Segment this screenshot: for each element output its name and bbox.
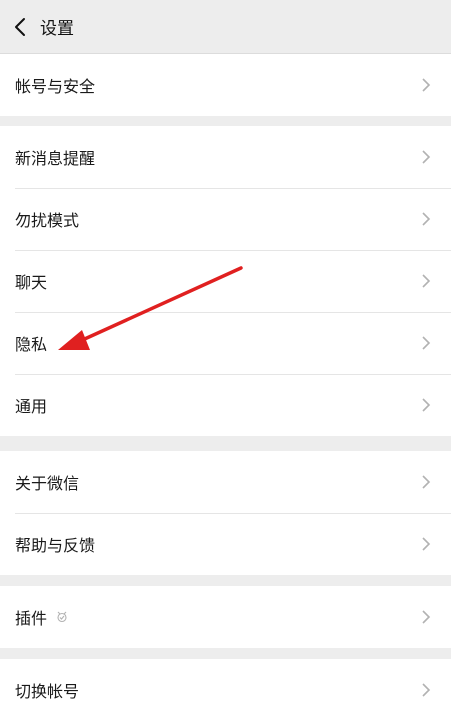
settings-item-label: 新消息提醒 [15,149,96,168]
chevron-right-icon [422,537,431,551]
section-general: 新消息提醒 勿扰模式 聊天 隐私 通用 [0,126,451,436]
settings-item-label: 勿扰模式 [15,211,80,230]
section-account: 帐号与安全 [0,54,451,116]
settings-item-account-security[interactable]: 帐号与安全 [0,54,451,116]
plugin-icon [57,611,67,623]
chevron-right-icon [422,336,431,350]
chevron-right-icon [422,610,431,624]
settings-item-do-not-disturb[interactable]: 勿扰模式 [0,188,451,250]
settings-item-help-feedback[interactable]: 帮助与反馈 [0,513,451,575]
settings-item-switch-account[interactable]: 切换帐号 [0,659,451,721]
settings-item-general[interactable]: 通用 [0,374,451,436]
chevron-right-icon [422,475,431,489]
chevron-right-icon [422,78,431,92]
settings-item-label: 切换帐号 [15,682,80,701]
chevron-right-icon [422,398,431,412]
back-button[interactable] [0,0,40,54]
chevron-left-icon [15,17,25,36]
chevron-right-icon [422,274,431,288]
section-plugins: 插件 [0,586,451,648]
section-about: 关于微信 帮助与反馈 [0,451,451,575]
chevron-right-icon [422,150,431,164]
settings-item-privacy[interactable]: 隐私 [0,312,451,374]
chevron-right-icon [422,212,431,226]
settings-item-label: 帮助与反馈 [15,536,96,555]
page-title: 设置 [40,19,74,39]
chevron-right-icon [422,683,431,697]
settings-item-new-message-alert[interactable]: 新消息提醒 [0,126,451,188]
settings-item-about-wechat[interactable]: 关于微信 [0,451,451,513]
settings-item-label: 插件 [15,609,48,628]
settings-item-chat[interactable]: 聊天 [0,250,451,312]
settings-item-label: 通用 [15,397,48,416]
settings-item-label: 聊天 [15,273,48,292]
settings-item-plugins[interactable]: 插件 [0,586,451,648]
settings-item-label: 关于微信 [15,474,80,493]
section-switch-account: 切换帐号 [0,659,451,721]
settings-item-label: 隐私 [15,335,48,354]
nav-header: 设置 [0,0,451,54]
settings-item-label: 帐号与安全 [15,77,96,96]
